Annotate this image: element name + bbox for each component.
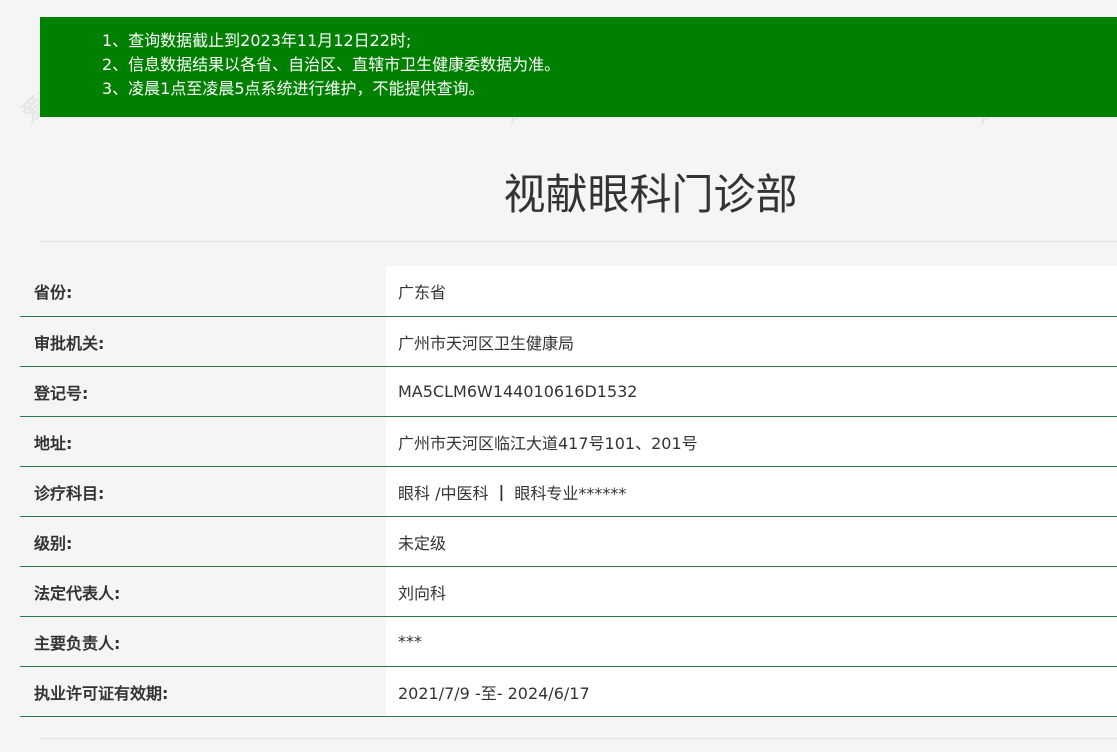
row-label: 诊疗科目: bbox=[20, 467, 386, 516]
row-label: 省份: bbox=[20, 266, 386, 316]
page-title: 视献眼科门诊部 bbox=[503, 170, 798, 219]
table-row: 法定代表人: 刘向科 bbox=[20, 567, 1117, 617]
table-row: 诊疗科目: 眼科 /中医科 | 眼科专业****** bbox=[20, 467, 1117, 517]
row-label: 执业许可证有效期: bbox=[20, 667, 386, 716]
title-divider bbox=[40, 241, 1117, 242]
row-label: 审批机关: bbox=[20, 317, 386, 366]
row-label: 登记号: bbox=[20, 367, 386, 416]
notice-banner: 1、查询数据截止到2023年11月12日22时; 2、信息数据结果以各省、自治区… bbox=[40, 17, 1117, 117]
row-value-part: 眼科专业****** bbox=[514, 483, 627, 503]
bottom-divider bbox=[40, 738, 1117, 739]
table-row: 审批机关: 广州市天河区卫生健康局 bbox=[20, 317, 1117, 367]
table-row: 主要负责人: *** bbox=[20, 617, 1117, 667]
notice-line: 2、信息数据结果以各省、自治区、直辖市卫生健康委数据为准。 bbox=[102, 55, 561, 74]
row-value: 广州市天河区卫生健康局 bbox=[386, 317, 1117, 366]
row-value: 未定级 bbox=[386, 517, 1117, 566]
row-value: *** bbox=[386, 617, 1117, 666]
table-row: 省份: 广东省 bbox=[20, 266, 1117, 317]
table-row: 地址: 广州市天河区临江大道417号101、201号 bbox=[20, 417, 1117, 467]
table-row: 登记号: MA5CLM6W144010616D1532 bbox=[20, 367, 1117, 417]
row-value: 广州市天河区临江大道417号101、201号 bbox=[386, 417, 1117, 466]
row-label: 级别: bbox=[20, 517, 386, 566]
row-label: 主要负责人: bbox=[20, 617, 386, 666]
table-row: 执业许可证有效期: 2021/7/9 -至- 2024/6/17 bbox=[20, 667, 1117, 717]
row-value: MA5CLM6W144010616D1532 bbox=[386, 367, 1117, 416]
value-separator: | bbox=[498, 482, 505, 501]
row-value: 2021/7/9 -至- 2024/6/17 bbox=[386, 667, 1117, 716]
table-row: 级别: 未定级 bbox=[20, 517, 1117, 567]
notice-line: 3、凌晨1点至凌晨5点系统进行维护，不能提供查询。 bbox=[102, 79, 485, 98]
row-value: 眼科 /中医科 | 眼科专业****** bbox=[386, 467, 1117, 516]
row-label: 法定代表人: bbox=[20, 567, 386, 616]
info-table: 省份: 广东省 审批机关: 广州市天河区卫生健康局 登记号: MA5CLM6W1… bbox=[20, 266, 1117, 717]
row-label: 地址: bbox=[20, 417, 386, 466]
notice-line: 1、查询数据截止到2023年11月12日22时; bbox=[102, 31, 412, 50]
row-value-part: 眼科 /中医科 bbox=[398, 483, 489, 503]
row-value: 广东省 bbox=[386, 266, 1117, 316]
row-value: 刘向科 bbox=[386, 567, 1117, 616]
